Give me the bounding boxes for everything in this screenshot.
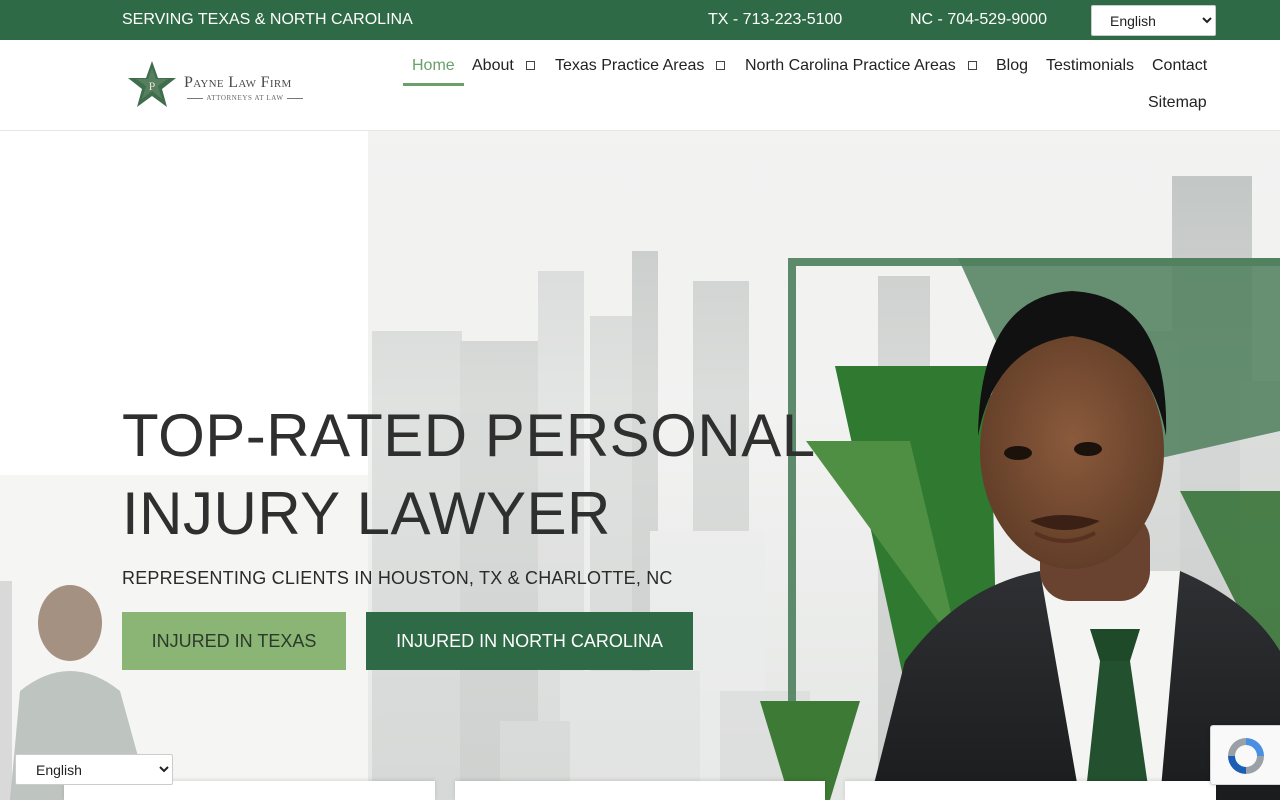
hero-section: TOP-RATED PERSONAL INJURY LAWYER REPRESE… bbox=[0, 131, 1280, 800]
hero-title: TOP-RATED PERSONAL INJURY LAWYER bbox=[122, 397, 816, 553]
caret-icon[interactable] bbox=[716, 61, 726, 71]
recaptcha-icon bbox=[1228, 738, 1264, 774]
caret-icon[interactable] bbox=[525, 61, 535, 71]
nav-nc-label: North Carolina Practice Areas bbox=[745, 57, 956, 74]
main-nav: Home About Texas Practice Areas North Ca… bbox=[0, 40, 1280, 131]
site-header: P Payne Law Firm ATTORNEYS AT LAW Home A… bbox=[0, 40, 1280, 131]
nav-contact[interactable]: Contact bbox=[1152, 57, 1207, 75]
nav-texas-practice-areas[interactable]: Texas Practice Areas bbox=[555, 57, 726, 75]
nav-north-carolina-practice-areas[interactable]: North Carolina Practice Areas bbox=[745, 57, 977, 75]
nav-texas-label: Texas Practice Areas bbox=[555, 57, 705, 74]
caret-icon[interactable] bbox=[967, 61, 977, 71]
injured-in-texas-button[interactable]: INJURED IN TEXAS bbox=[122, 612, 346, 670]
footer-language-select[interactable]: English bbox=[15, 754, 173, 785]
phone-north-carolina-link[interactable]: NC - 704-529-9000 bbox=[910, 11, 1047, 29]
nav-testimonials-label: Testimonials bbox=[1046, 57, 1135, 74]
injured-in-north-carolina-button[interactable]: INJURED IN NORTH CAROLINA bbox=[366, 612, 693, 670]
nav-sitemap-label: Sitemap bbox=[1148, 94, 1207, 111]
practice-card[interactable] bbox=[845, 781, 1216, 800]
hero-subtitle: REPRESENTING CLIENTS IN HOUSTON, TX & CH… bbox=[122, 568, 673, 588]
practice-card[interactable] bbox=[455, 781, 825, 800]
nav-contact-label: Contact bbox=[1152, 57, 1208, 74]
hero-title-line1: TOP-RATED PERSONAL bbox=[122, 402, 816, 469]
serving-text: SERVING TEXAS & NORTH CAROLINA bbox=[122, 11, 413, 28]
nav-home[interactable]: Home bbox=[403, 57, 464, 86]
nav-about-label: About bbox=[472, 57, 514, 74]
phone-texas-link[interactable]: TX - 713-223-5100 bbox=[708, 11, 842, 29]
nav-home-label: Home bbox=[412, 57, 455, 74]
top-bar: SERVING TEXAS & NORTH CAROLINA TX - 713-… bbox=[0, 0, 1280, 40]
nav-blog-label: Blog bbox=[996, 57, 1029, 74]
nav-about[interactable]: About bbox=[472, 57, 535, 75]
nav-blog[interactable]: Blog bbox=[996, 57, 1028, 75]
language-select[interactable]: English bbox=[1091, 5, 1216, 36]
nav-sitemap[interactable]: Sitemap bbox=[1148, 94, 1207, 112]
recaptcha-badge[interactable] bbox=[1210, 725, 1280, 785]
nav-testimonials[interactable]: Testimonials bbox=[1046, 57, 1134, 75]
hero-title-line2: INJURY LAWYER bbox=[122, 480, 611, 547]
